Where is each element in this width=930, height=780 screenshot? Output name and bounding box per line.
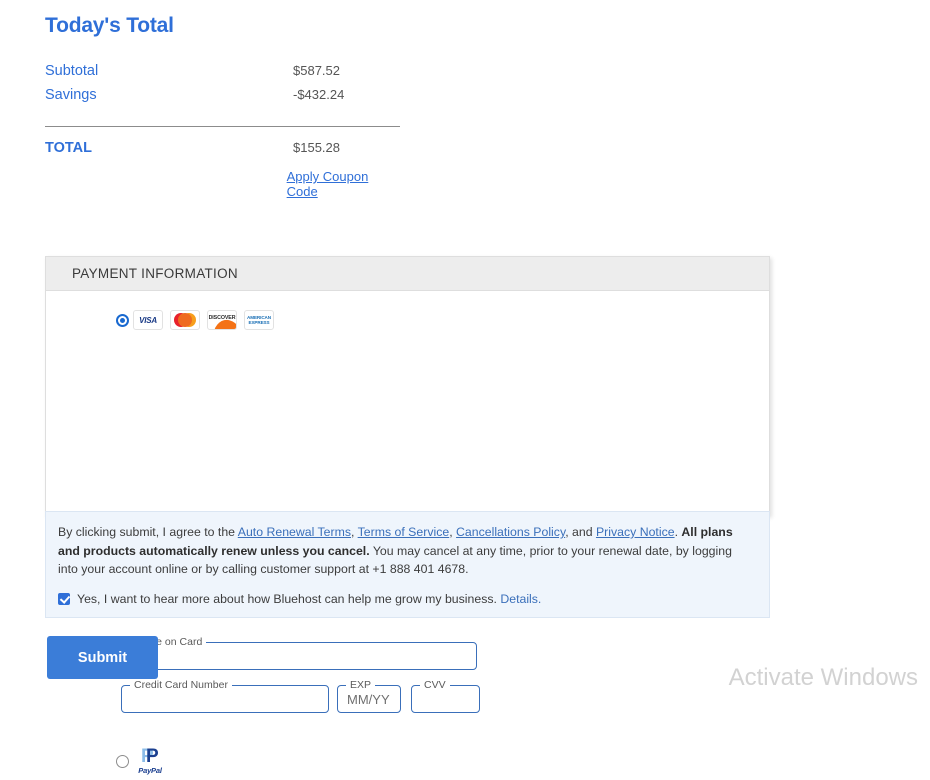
table-row: Savings -$432.24 [45, 87, 400, 111]
terms-sep-3: , and [565, 525, 596, 539]
apply-coupon-code-link[interactable]: Apply Coupon Code [287, 169, 400, 191]
submit-button[interactable]: Submit [47, 636, 158, 679]
terms-intro: By clicking submit, I agree to the [58, 525, 238, 539]
marketing-optin-label: Yes, I want to hear more about how Blueh… [77, 591, 541, 607]
name-on-card-field[interactable]: Name on Card [121, 642, 477, 670]
table-row: Subtotal $587.52 [45, 63, 400, 87]
expiration-input[interactable] [338, 686, 400, 712]
total-value: $155.28 [293, 140, 340, 155]
total-label: TOTAL [45, 140, 293, 156]
terms-sep-1: , [351, 525, 358, 539]
table-row: TOTAL $155.28 [45, 140, 400, 164]
activate-windows-watermark: Activate Windows [729, 664, 918, 692]
american-express-icon: AMERICAN EXPRESS [244, 310, 274, 330]
coupon-spacer [45, 169, 287, 191]
terms-of-service-link[interactable]: Terms of Service [358, 525, 450, 539]
discover-icon: DISCOVER [207, 310, 237, 330]
coupon-row: Apply Coupon Code [45, 169, 400, 191]
payment-method-paypal-row[interactable]: P P PayPal [46, 746, 769, 780]
payment-information-card: PAYMENT INFORMATION VISA DISCOVE [45, 256, 770, 516]
auto-renewal-terms-link[interactable]: Auto Renewal Terms [238, 525, 351, 539]
cancellations-policy-link[interactable]: Cancellations Policy [456, 525, 565, 539]
terms-text: By clicking submit, I agree to the Auto … [58, 523, 755, 579]
paypal-icon: P P PayPal [133, 747, 167, 775]
credit-card-number-field[interactable]: Credit Card Number [121, 685, 329, 713]
marketing-optin-row: Yes, I want to hear more about how Blueh… [58, 591, 755, 607]
savings-label: Savings [45, 87, 293, 103]
cvv-input[interactable] [412, 686, 479, 712]
name-on-card-input[interactable] [122, 643, 476, 669]
subtotal-label: Subtotal [45, 63, 293, 79]
marketing-optin-text: Yes, I want to hear more about how Blueh… [77, 592, 497, 606]
payment-information-header: PAYMENT INFORMATION [46, 257, 769, 291]
paypal-wordmark: PayPal [133, 766, 167, 775]
marketing-optin-checkbox[interactable] [58, 593, 70, 605]
cvv-field[interactable]: CVV [411, 685, 480, 713]
credit-card-number-input[interactable] [122, 686, 328, 712]
details-link[interactable]: Details. [500, 592, 541, 606]
payment-information-body: VISA DISCOVER A [46, 291, 769, 515]
savings-value: -$432.24 [293, 87, 344, 102]
totals-divider [45, 126, 400, 127]
radio-paypal[interactable] [116, 755, 129, 768]
mastercard-icon [170, 310, 200, 330]
visa-icon: VISA [133, 310, 163, 330]
terms-and-conditions-box: By clicking submit, I agree to the Auto … [45, 511, 770, 618]
card-brand-logos: VISA DISCOVER A [133, 310, 274, 330]
page-title: Today's Total [45, 14, 445, 38]
subtotal-value: $587.52 [293, 63, 340, 78]
expiration-field[interactable]: EXP [337, 685, 401, 713]
privacy-notice-link[interactable]: Privacy Notice [596, 525, 675, 539]
totals-table: Subtotal $587.52 Savings -$432.24 TOTAL … [45, 63, 400, 191]
radio-credit-card[interactable] [116, 314, 129, 327]
todays-total-section: Today's Total Subtotal $587.52 Savings -… [45, 14, 445, 191]
payment-method-card-row[interactable]: VISA DISCOVER A [46, 305, 769, 335]
